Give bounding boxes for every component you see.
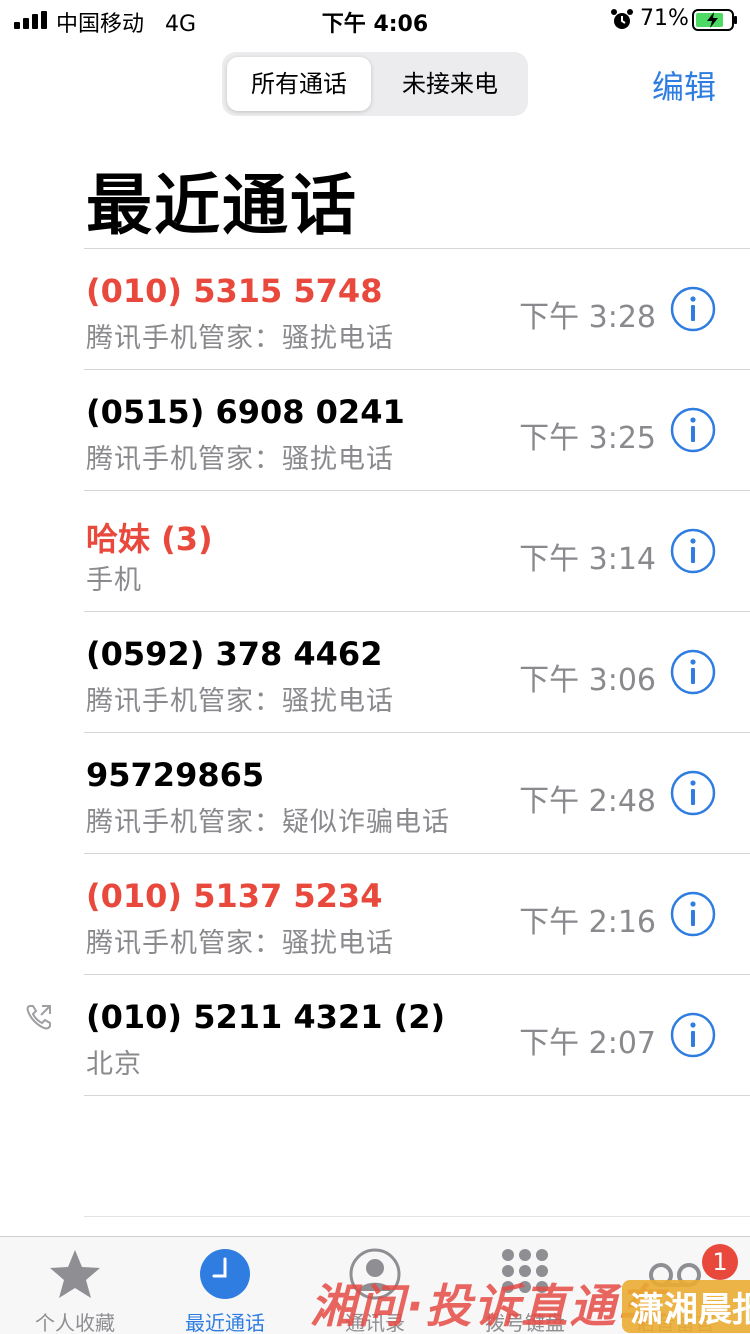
watermark-text: 湘问·投诉直通车: [310, 1279, 666, 1333]
outgoing-call-icon: [26, 1005, 51, 1030]
info-icon[interactable]: [670, 407, 716, 453]
star-icon: [50, 1250, 100, 1298]
tab-label: 最近通话: [185, 1311, 265, 1334]
clock-icon: [200, 1249, 250, 1299]
caller-name: (0515) 6908 0241: [86, 393, 405, 431]
list-divider: [84, 1095, 750, 1096]
caller-subtitle: 北京: [86, 1049, 142, 1080]
call-row[interactable]: 哈妹 (3) 手机 下午 3:14: [0, 490, 750, 611]
status-bar: 中国移动 4G 下午 4:06 71%: [0, 0, 750, 40]
call-time: 下午 3:14: [519, 542, 656, 577]
edit-button[interactable]: 编辑: [652, 62, 716, 108]
caller-name: (010) 5137 5234: [86, 877, 383, 915]
caller-name: 哈妹 (3): [86, 520, 213, 558]
status-clock: 下午 4:06: [321, 12, 429, 37]
call-time: 下午 3:28: [519, 300, 656, 335]
watermark-logo: 潇湘晨报: [622, 1280, 750, 1333]
caller-subtitle: 腾讯手机管家：骚扰电话: [86, 444, 394, 475]
call-time: 下午 2:07: [519, 1026, 656, 1061]
caller-name: (010) 5315 5748: [86, 272, 383, 310]
caller-subtitle: 腾讯手机管家：骚扰电话: [86, 686, 394, 717]
info-icon[interactable]: [670, 528, 716, 574]
call-row[interactable]: (010) 5211 4321 (2) 北京 下午 2:07: [0, 974, 750, 1095]
call-time: 下午 3:06: [519, 663, 656, 698]
call-row[interactable]: (0515) 6908 0241 腾讯手机管家：骚扰电话 下午 3:25: [0, 369, 750, 490]
call-filter-segmented-control: 所有通话 未接来电: [222, 52, 528, 116]
caller-subtitle: 腾讯手机管家：骚扰电话: [86, 928, 394, 959]
call-time: 下午 2:48: [519, 784, 656, 819]
caller-name: (010) 5211 4321 (2): [86, 998, 446, 1036]
recent-calls-list: (010) 5315 5748 腾讯手机管家：骚扰电话 下午 3:28 (0515) …: [0, 248, 750, 1095]
info-icon[interactable]: [670, 286, 716, 332]
battery-charging-icon: [692, 9, 737, 31]
call-time: 下午 3:25: [519, 421, 656, 456]
call-row[interactable]: 95729865 腾讯手机管家：疑似诈骗电话 下午 2:48: [0, 732, 750, 853]
caller-subtitle: 腾讯手机管家：骚扰电话: [86, 323, 394, 354]
watermark: 湘问·投诉直通车 潇湘晨报: [310, 1266, 750, 1334]
segment-all-calls[interactable]: 所有通话: [227, 57, 371, 111]
info-icon[interactable]: [670, 649, 716, 695]
call-row[interactable]: (010) 5137 5234 腾讯手机管家：骚扰电话 下午 2:16: [0, 853, 750, 974]
tab-favorites[interactable]: 个人收藏: [0, 1237, 150, 1334]
caller-subtitle: 腾讯手机管家：疑似诈骗电话: [86, 807, 450, 838]
caller-name: 95729865: [86, 756, 265, 794]
info-icon[interactable]: [670, 1012, 716, 1058]
segment-missed-calls[interactable]: 未接来电: [378, 57, 522, 111]
call-time: 下午 2:16: [519, 905, 656, 940]
alarm-icon: [611, 9, 633, 29]
page-title: 最近通话: [86, 167, 358, 244]
caller-name: (0592) 378 4462: [86, 635, 383, 673]
info-icon[interactable]: [670, 891, 716, 937]
list-divider: [84, 1216, 750, 1217]
tab-label: 个人收藏: [35, 1311, 115, 1334]
tab-recents[interactable]: 最近通话: [150, 1237, 300, 1334]
battery-percent: 71%: [640, 6, 689, 31]
call-row[interactable]: (0592) 378 4462 腾讯手机管家：骚扰电话 下午 3:06: [0, 611, 750, 732]
call-row[interactable]: (010) 5315 5748 腾讯手机管家：骚扰电话 下午 3:28: [0, 248, 750, 369]
info-icon[interactable]: [670, 770, 716, 816]
caller-subtitle: 手机: [86, 565, 142, 596]
